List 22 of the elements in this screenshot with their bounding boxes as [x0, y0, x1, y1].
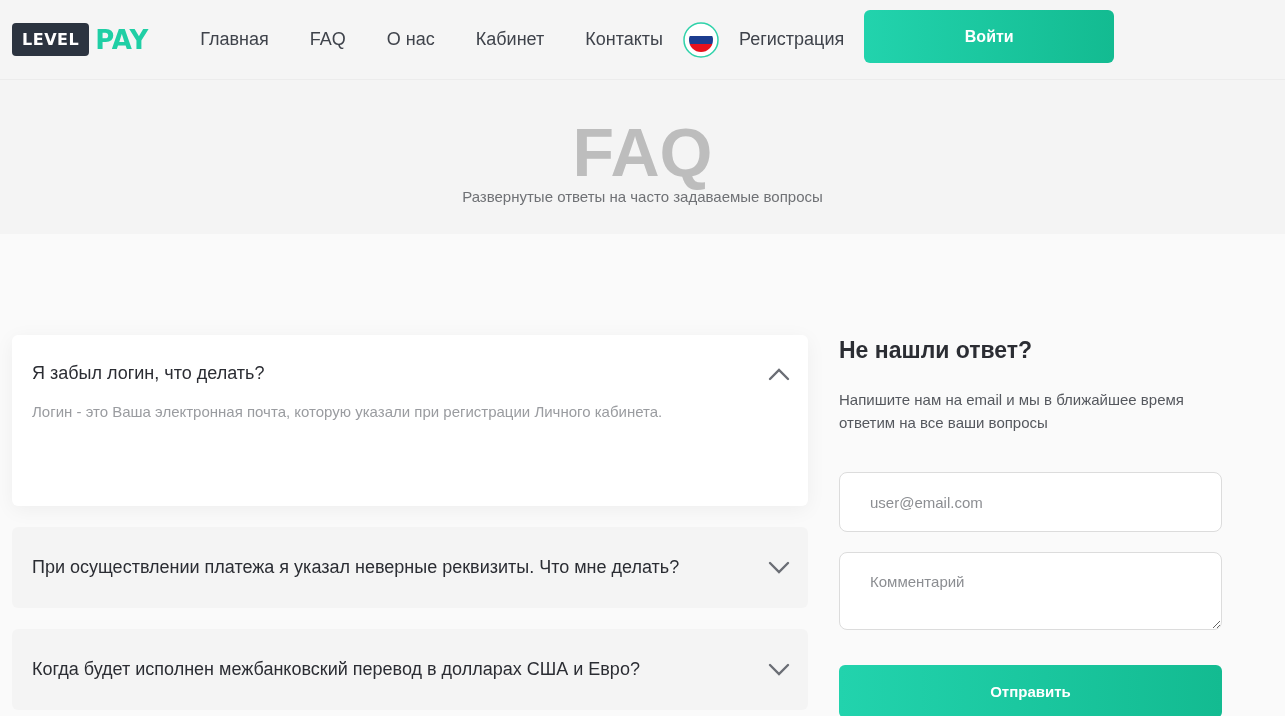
- register-link[interactable]: Регистрация: [739, 29, 845, 50]
- faq-answer: Логин - это Ваша электронная почта, которую указали при регистрации Личного кабинета.: [32, 402, 664, 422]
- faq-item[interactable]: При осуществлении платежа я указал неверные реквизиты. Что мне делать?: [12, 527, 808, 608]
- logo-level[interactable]: LEVEL: [12, 23, 90, 56]
- nav-link[interactable]: Контакты: [585, 29, 663, 50]
- faq-item[interactable]: Я забыл логин, что делать? Логин - это Ваша электронная почта, которую указали при регистрации Личного кабинета.: [12, 335, 808, 506]
- chevron-up-icon: [768, 366, 790, 381]
- chevron-down-icon: [768, 662, 790, 677]
- nav-link[interactable]: FAQ: [309, 29, 346, 50]
- faq-question: Когда будет исполнен межбанковский перевод в долларах США и Евро?: [32, 659, 640, 680]
- nav-link[interactable]: О нас: [386, 29, 435, 50]
- comment-field[interactable]: Комментарий: [839, 552, 1222, 630]
- faq-question: Я забыл логин, что делать?: [32, 363, 265, 384]
- contact-text: Напишите нам на email и мы в ближайшее время ответим на все ваши вопросы: [839, 390, 1185, 433]
- contact-title: Не нашли ответ?: [839, 336, 1034, 364]
- nav-link[interactable]: Кабинет: [475, 29, 545, 50]
- faq-item[interactable]: Когда будет исполнен межбанковский перевод в долларах США и Евро?: [12, 629, 808, 710]
- chevron-down-icon: [768, 560, 790, 575]
- nav-link[interactable]: Главная: [200, 29, 269, 50]
- russian-flag-icon[interactable]: [683, 21, 719, 58]
- email-field[interactable]: user@email.com: [839, 472, 1222, 532]
- faq-question: При осуществлении платежа я указал неверные реквизиты. Что мне делать?: [32, 557, 680, 578]
